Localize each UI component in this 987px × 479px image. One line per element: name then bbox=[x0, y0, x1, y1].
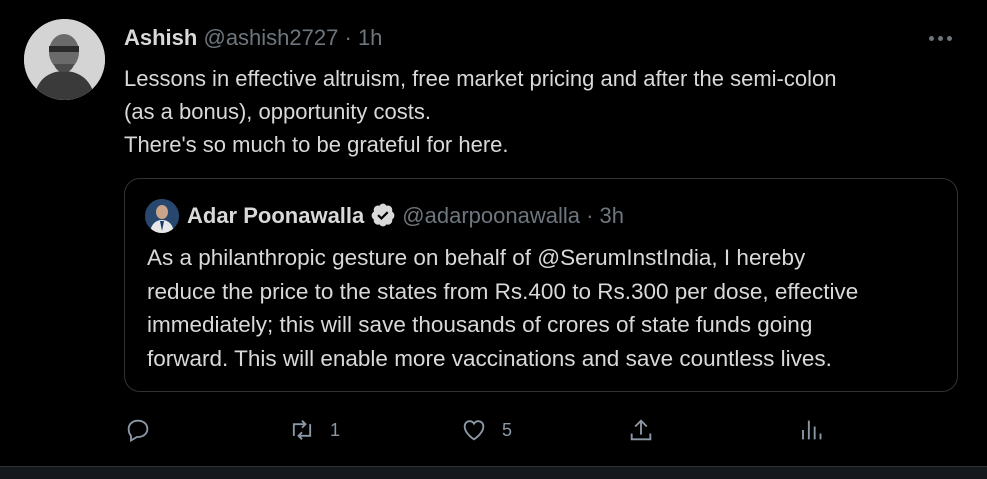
author-name[interactable]: Ashish bbox=[124, 25, 197, 50]
quote-text-line: forward. This will enable more vaccinati… bbox=[147, 345, 832, 371]
tweet-text: Lessons in effective altruism, free mark… bbox=[124, 62, 944, 161]
quote-text-line: reduce the price to the states from Rs.4… bbox=[147, 278, 859, 304]
divider bbox=[0, 466, 987, 479]
quote-text-line: immediately; this will save thousands of… bbox=[147, 312, 813, 337]
share-icon bbox=[630, 419, 652, 441]
tweet-text-line: There's so much to be grateful for here. bbox=[124, 132, 509, 157]
tweet[interactable]: Ashish @ashish2727 · 1h Lessons in effec… bbox=[0, 0, 987, 466]
retweet-count: 1 bbox=[330, 419, 341, 440]
like-count: 5 bbox=[502, 419, 513, 440]
quote-author-name[interactable]: Adar Poonawalla bbox=[187, 203, 364, 228]
author-handle[interactable]: @ashish2727 bbox=[203, 25, 338, 50]
timestamp[interactable]: 1h bbox=[358, 25, 382, 50]
analytics-button[interactable] bbox=[796, 412, 824, 448]
action-bar: 1 5 bbox=[124, 412, 964, 448]
share-button[interactable] bbox=[627, 412, 655, 448]
quote-text-line: As a philanthropic gesture on behalf of … bbox=[147, 245, 806, 270]
quote-text: As a philanthropic gesture on behalf of … bbox=[147, 241, 937, 375]
separator: · bbox=[586, 203, 594, 228]
quote-header: Adar Poonawalla @adarpoonawalla · 3h bbox=[187, 200, 624, 232]
reply-button[interactable] bbox=[124, 412, 152, 448]
quoted-tweet[interactable]: Adar Poonawalla @adarpoonawalla · 3h As a… bbox=[124, 178, 958, 392]
retweet-icon bbox=[292, 420, 312, 440]
quote-timestamp[interactable]: 3h bbox=[600, 203, 624, 228]
verified-badge-icon bbox=[371, 203, 395, 227]
quote-author-handle[interactable]: @adarpoonawalla bbox=[402, 203, 580, 228]
avatar[interactable] bbox=[24, 19, 105, 100]
analytics-icon bbox=[802, 420, 822, 440]
like-icon bbox=[463, 420, 485, 441]
reply-icon bbox=[127, 419, 149, 443]
separator: · bbox=[344, 25, 352, 50]
tweet-header: Ashish @ashish2727 · 1h bbox=[124, 22, 382, 54]
retweet-button[interactable]: 1 bbox=[288, 412, 340, 448]
tweet-text-line: Lessons in effective altruism, free mark… bbox=[124, 66, 837, 91]
like-button[interactable]: 5 bbox=[460, 412, 512, 448]
tweet-text-line: (as a bonus), opportunity costs. bbox=[124, 99, 431, 124]
more-icon[interactable] bbox=[929, 28, 957, 44]
quote-avatar[interactable] bbox=[145, 199, 179, 233]
